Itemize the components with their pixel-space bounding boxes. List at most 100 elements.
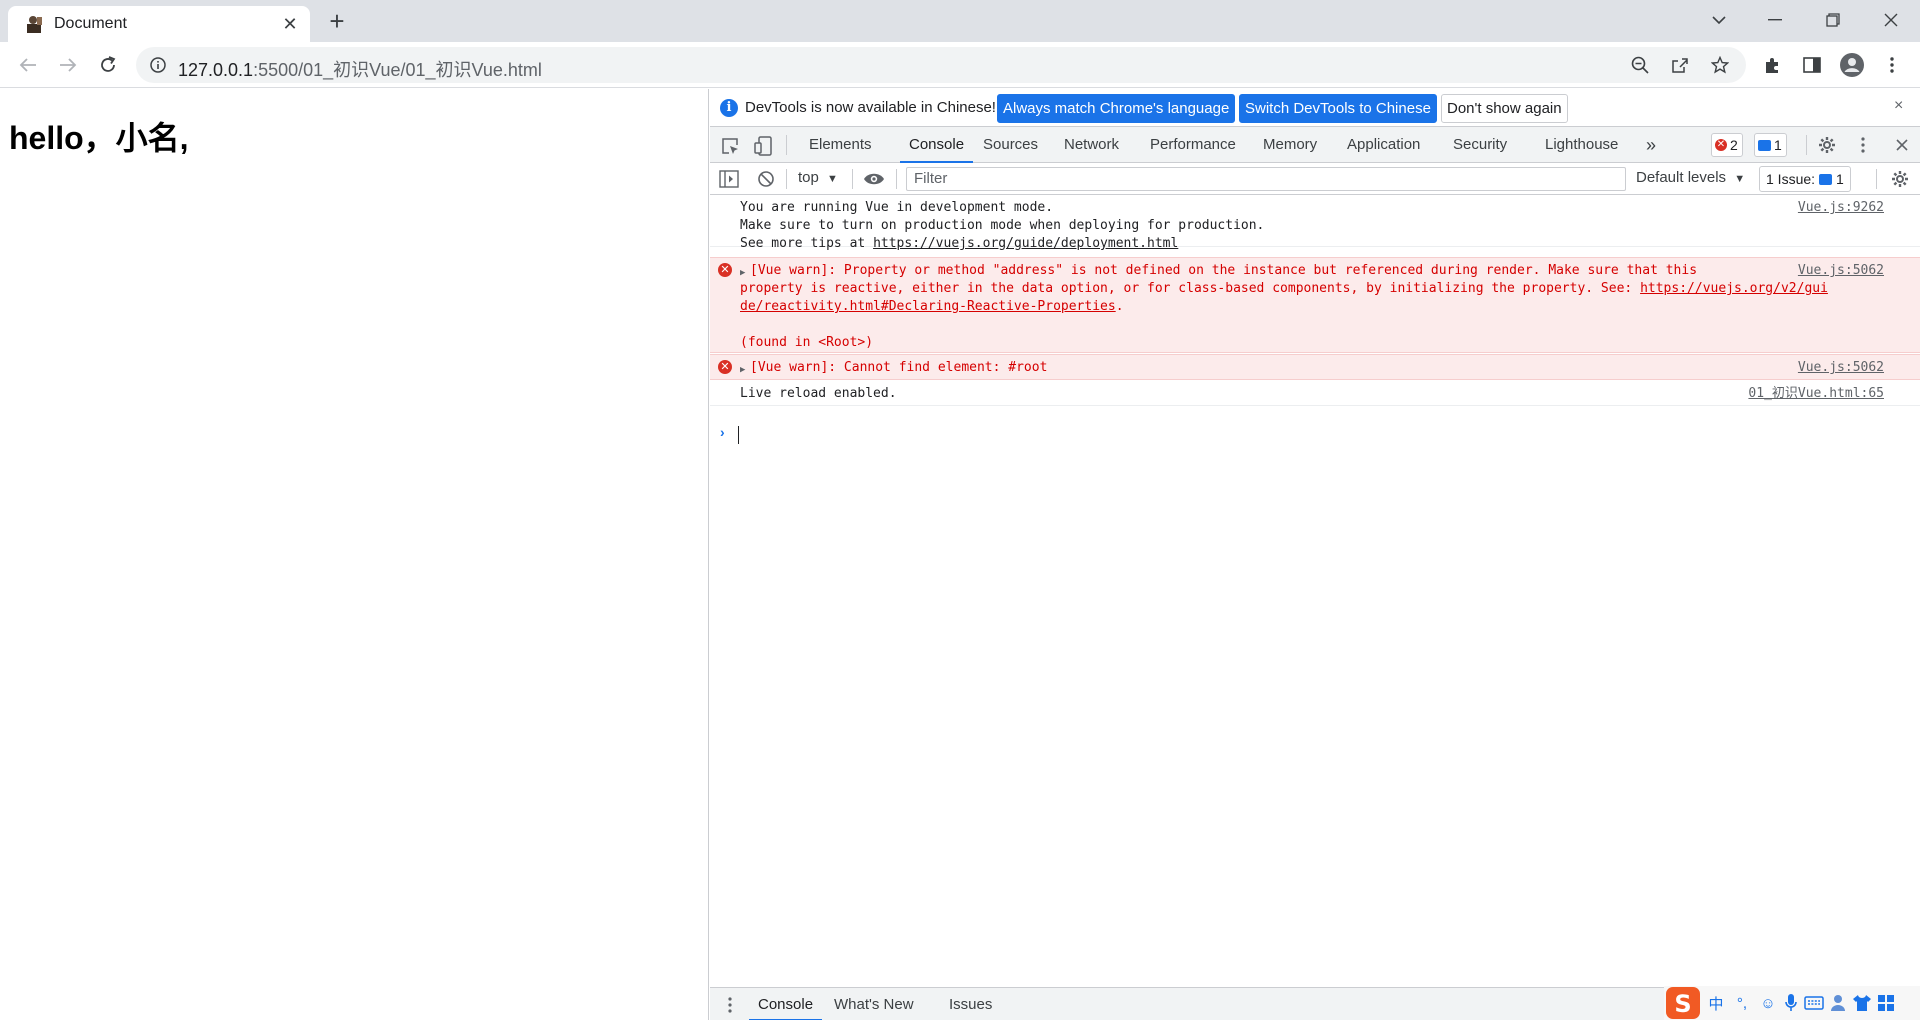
- tab-sources[interactable]: Sources: [983, 127, 1038, 163]
- deployment-link[interactable]: https://vuejs.org/guide/deployment.html: [873, 236, 1178, 251]
- user-icon[interactable]: [1830, 994, 1846, 1012]
- console-prompt[interactable]: ›: [710, 424, 1920, 446]
- drawer-tab-issues[interactable]: Issues: [949, 988, 992, 1020]
- source-link[interactable]: Vue.js:5062: [1798, 262, 1884, 280]
- url-text[interactable]: 127.0.0.1:5500/01_初识Vue/01_初识Vue.html: [178, 56, 542, 82]
- side-panel-icon: [1803, 57, 1821, 73]
- source-link[interactable]: Vue.js:5062: [1798, 359, 1884, 377]
- reactivity-link[interactable]: https://vuejs.org/v2/gui: [1640, 281, 1828, 296]
- minimize-button[interactable]: [1748, 0, 1802, 40]
- tab-network[interactable]: Network: [1064, 127, 1119, 163]
- reload-button[interactable]: [92, 49, 124, 81]
- bookmark-button[interactable]: [1706, 51, 1734, 79]
- dont-show-again-button[interactable]: Don't show again: [1441, 94, 1568, 123]
- error-count-badge[interactable]: ✕ 2: [1711, 133, 1743, 157]
- device-toolbar-icon[interactable]: [754, 136, 772, 156]
- drawer-tab-whats-new[interactable]: What's New: [834, 988, 914, 1020]
- ime-language-toggle[interactable]: 中: [1706, 993, 1726, 1013]
- infobar-close-icon[interactable]: ×: [1894, 97, 1903, 115]
- keyboard-icon[interactable]: [1804, 996, 1824, 1010]
- address-bar[interactable]: 127.0.0.1:5500/01_初识Vue/01_初识Vue.html: [136, 47, 1746, 83]
- prompt-chevron-icon: ›: [720, 424, 725, 440]
- more-tabs-button[interactable]: »: [1646, 127, 1656, 163]
- console-message-log: You are running Vue in development mode.…: [710, 195, 1920, 251]
- devtools-panel: i DevTools is now available in Chinese! …: [710, 89, 1920, 1020]
- toolbar-divider: [786, 169, 787, 189]
- console-message-error: ✕ ▶ [Vue warn]: Cannot find element: #ro…: [710, 354, 1920, 380]
- sidebar-toggle-icon[interactable]: [719, 170, 739, 188]
- text-caret: [738, 426, 739, 444]
- always-match-language-button[interactable]: Always match Chrome's language: [997, 94, 1236, 123]
- zoom-button[interactable]: [1626, 51, 1654, 79]
- message-text: property is reactive, either in the data…: [740, 281, 1828, 296]
- close-window-button[interactable]: [1864, 0, 1918, 40]
- side-panel-button[interactable]: [1796, 49, 1828, 81]
- ime-toolbar: S 中 °, ☺: [1664, 986, 1920, 1020]
- toolbar-divider: [1806, 135, 1807, 155]
- context-selector[interactable]: top ▼: [798, 169, 838, 186]
- microphone-icon[interactable]: [1784, 993, 1798, 1013]
- extensions-button[interactable]: [1756, 49, 1788, 81]
- close-devtools-icon[interactable]: [1896, 139, 1908, 151]
- tab-security[interactable]: Security: [1453, 127, 1507, 163]
- drawer-menu-icon[interactable]: [728, 997, 732, 1013]
- toolbox-grid-icon[interactable]: [1878, 995, 1894, 1011]
- message-text: Make sure to turn on production mode whe…: [740, 218, 1265, 233]
- page-heading: hello，小名,: [9, 120, 189, 156]
- tab-close-icon[interactable]: ✕: [280, 14, 300, 34]
- chrome-menu-button[interactable]: [1876, 49, 1908, 81]
- toolbar-divider: [852, 169, 853, 189]
- new-tab-button[interactable]: +: [324, 8, 350, 34]
- reactivity-link-cont[interactable]: de/reactivity.html#Declaring-Reactive-Pr…: [740, 299, 1116, 314]
- star-icon: [1711, 56, 1729, 74]
- browser-toolbar: 127.0.0.1:5500/01_初识Vue/01_初识Vue.html: [0, 42, 1920, 88]
- share-button[interactable]: [1666, 51, 1694, 79]
- error-icon: ✕: [718, 360, 732, 374]
- inspect-element-icon[interactable]: [721, 137, 739, 155]
- emoji-icon[interactable]: ☺: [1758, 993, 1778, 1013]
- switch-to-chinese-button[interactable]: Switch DevTools to Chinese: [1239, 94, 1437, 123]
- back-button[interactable]: [12, 49, 44, 81]
- profile-button[interactable]: [1836, 49, 1868, 81]
- dropdown-arrow-icon: ▼: [827, 173, 838, 185]
- message-count-badge[interactable]: 1: [1754, 133, 1787, 157]
- issues-button[interactable]: 1 Issue: 1: [1759, 166, 1851, 192]
- tab-elements[interactable]: Elements: [809, 127, 872, 163]
- sogou-logo-icon[interactable]: S: [1666, 987, 1700, 1019]
- restore-button[interactable]: [1806, 0, 1860, 40]
- tab-memory[interactable]: Memory: [1263, 127, 1317, 163]
- message-text: You are running Vue in development mode.: [740, 200, 1054, 215]
- tab-search-button[interactable]: [1692, 0, 1746, 40]
- infobar-message: DevTools is now available in Chinese!: [745, 99, 996, 116]
- log-levels-dropdown[interactable]: Default levels ▼: [1636, 169, 1745, 186]
- devtools-menu-icon[interactable]: [1861, 137, 1865, 153]
- console-filter-input[interactable]: Filter: [906, 167, 1626, 191]
- favicon-icon: [24, 15, 44, 33]
- minimize-icon: [1768, 19, 1782, 21]
- settings-gear-icon[interactable]: [1818, 136, 1836, 154]
- devtools-tab-bar: Elements Console Sources Network Perform…: [710, 127, 1920, 163]
- tab-performance[interactable]: Performance: [1150, 127, 1236, 163]
- drawer-tab-console[interactable]: Console: [749, 988, 823, 1020]
- restore-icon: [1826, 13, 1840, 27]
- source-link[interactable]: 01_初识Vue.html:65: [1748, 385, 1884, 403]
- forward-arrow-icon: [60, 58, 77, 72]
- console-message-error: ✕ ▶ [Vue warn]: Property or method "addr…: [710, 257, 1920, 353]
- clear-console-icon[interactable]: [757, 170, 775, 188]
- puzzle-icon: [1766, 58, 1778, 73]
- message-count: 1: [1774, 137, 1782, 153]
- source-link[interactable]: Vue.js:9262: [1798, 199, 1884, 217]
- tab-console[interactable]: Console: [900, 127, 974, 163]
- skin-shirt-icon[interactable]: [1852, 994, 1872, 1012]
- expand-triangle-icon[interactable]: ▶: [740, 361, 745, 379]
- toolbar-divider: [896, 169, 897, 189]
- tab-application[interactable]: Application: [1347, 127, 1420, 163]
- ime-punctuation-toggle[interactable]: °,: [1732, 993, 1752, 1013]
- tab-lighthouse[interactable]: Lighthouse: [1545, 127, 1618, 163]
- browser-tab[interactable]: Document ✕: [8, 6, 310, 42]
- console-settings-gear-icon[interactable]: [1891, 170, 1909, 188]
- forward-button[interactable]: [52, 49, 84, 81]
- site-info-icon[interactable]: [150, 57, 166, 73]
- issues-label: 1 Issue:: [1766, 171, 1816, 187]
- live-expression-eye-icon[interactable]: [863, 172, 885, 186]
